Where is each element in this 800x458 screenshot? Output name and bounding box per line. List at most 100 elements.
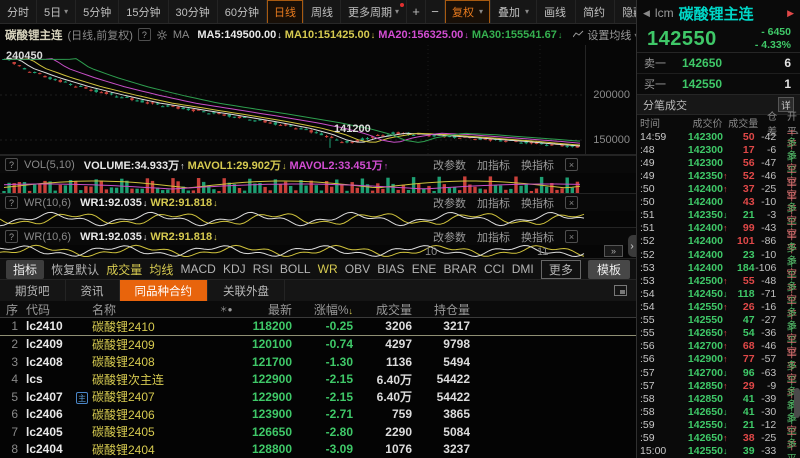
tick-time: :59 [640,419,670,431]
col-last[interactable]: 最新 [236,301,292,318]
contract-row[interactable]: 3 lc2408 碳酸锂2408 121700 -1.30 1136 5494 [0,353,636,371]
tool-button[interactable]: 简约 [576,0,615,24]
bottom-tab[interactable]: 期货吧 [0,280,66,301]
bottom-tab[interactable]: 同品种合约 [120,280,209,301]
indicator-tab[interactable]: MACD [181,262,216,276]
chart-header: 碳酸锂主连 (日线,前复权) ? MA MA5:149500.00↓MA10:1… [0,24,636,45]
help-icon[interactable]: ? [5,158,18,171]
close-icon[interactable]: × [565,196,578,209]
panel-action-link[interactable]: 改参数 [433,157,466,173]
period-button[interactable]: 5分钟 [76,0,119,24]
contract-row[interactable]: 5 lc2407 主 碳酸锂2407 122900 -2.15 6.40万 54… [0,388,636,406]
contract-row[interactable]: 6 lc2406 碳酸锂2406 123900 -2.71 759 3865 [0,406,636,424]
collapse-panel-handle[interactable] [628,235,636,257]
indicator-tab[interactable]: CCI [484,262,505,276]
period-button[interactable]: 60分钟 [218,0,267,24]
indicator-tab[interactable]: WR [318,262,338,276]
open-interest-cell: 9798 [412,337,470,351]
col-change-pct[interactable]: 涨幅%↓ [292,301,353,318]
prev-symbol-icon[interactable] [643,8,650,19]
contract-code: lc2407 [24,390,76,404]
indicator-tab[interactable]: DMI [512,262,534,276]
period-button[interactable]: 5日 [37,0,76,24]
panel-action-link[interactable]: 加指标 [477,157,510,173]
tick-position-change: -57 [755,353,777,365]
panel-action-link[interactable]: 换指标 [521,229,554,245]
indicator-name: VOL(5,10) [24,159,75,171]
period-button[interactable]: 30分钟 [169,0,218,24]
dock-window-icon[interactable] [614,285,627,296]
indicator-tab[interactable]: 成交量 [106,261,142,278]
contract-row[interactable]: 2 lc2409 碳酸锂2409 120100 -0.74 4297 9798 [0,336,636,354]
panel-action-link[interactable]: 加指标 [477,195,510,211]
col-change-label: 涨幅% [314,303,349,317]
col-name[interactable]: 名称 [92,301,216,318]
candlestick-chart-panel[interactable]: 240450 141200 200000 150000 [0,45,636,155]
indicator-tab[interactable]: 恢复默认 [51,261,99,278]
indicator-tab[interactable]: BOLL [280,262,311,276]
tick-scrollbar[interactable] [794,130,800,458]
panel-action-link[interactable]: 改参数 [433,195,466,211]
indicator-tab[interactable]: BRAR [443,262,476,276]
col-index[interactable]: 序 [0,301,24,318]
tick-col-volume: 成交量 [722,115,758,130]
panel-action-link[interactable]: 改参数 [433,229,466,245]
indicator-tab[interactable]: 指标 [6,260,44,279]
period-button[interactable]: 分时 [0,0,37,24]
indicator-tab[interactable]: RSI [253,262,273,276]
bottom-tab[interactable]: 关联外盘 [208,280,285,301]
tick-direction-icon: ↑ [723,276,731,286]
col-open-interest[interactable]: 持仓量 [412,301,470,318]
col-code[interactable]: 代码 [24,301,76,318]
indicator-tab[interactable]: 均线 [149,261,173,278]
contract-row[interactable]: 1 lc2410 碳酸锂2410 118200 -0.25 3206 3217 [0,318,636,336]
volume-cell: 3206 [353,319,412,333]
indicator-readout: MAVOL2:33.451万↑ [289,157,388,173]
tick-volume: 68 [731,340,755,352]
tab-group: 期货吧资讯同品种合约关联外盘 [0,280,285,301]
period-button[interactable]: 更多周期 [341,0,407,24]
tool-button[interactable]: 复权 [445,0,491,24]
period-button[interactable]: 15分钟 [119,0,168,24]
contract-code: lc2408 [24,355,76,369]
indicator-tab[interactable]: 更多 [541,260,581,279]
indicator-tab[interactable]: KDJ [223,262,246,276]
indicator-tab[interactable]: 模板 [588,260,630,279]
contract-row[interactable]: 4 lcs 碳酸锂次主连 122900 -2.15 6.40万 54422 [0,371,636,389]
indicator-tab[interactable]: ENE [412,262,437,276]
next-symbol-icon[interactable] [787,8,794,19]
contract-row[interactable]: 7 lc2405 碳酸锂2405 126650 -2.80 2290 5084 [0,423,636,441]
tool-label: 隐藏 [622,4,636,20]
close-icon[interactable]: × [565,158,578,171]
tool-button[interactable]: 画线 [537,0,576,24]
indicator-tab[interactable]: BIAS [377,262,404,276]
expand-icon[interactable]: » [604,245,623,257]
indicator-tab[interactable]: OBV [345,262,370,276]
panel-action-link[interactable]: 换指标 [521,195,554,211]
help-icon[interactable]: ? [5,230,18,243]
zoom-in-button[interactable]: + [407,0,426,24]
tick-direction-icon: ↑ [723,223,731,233]
bottom-tab[interactable]: 资讯 [66,280,120,301]
panel-action-link[interactable]: 加指标 [477,229,510,245]
help-icon[interactable]: ? [5,196,18,209]
row-index: 6 [0,407,24,421]
tick-price: 142550 [670,419,723,431]
scroll-up-icon[interactable] [794,130,800,137]
contract-row[interactable]: 8 lc2404 碳酸锂2404 128800 -3.09 1076 3237 [0,441,636,458]
help-icon[interactable]: ? [138,28,151,41]
tool-button[interactable]: 叠加 [491,0,537,24]
tool-button[interactable]: 隐藏» [615,0,636,24]
period-button[interactable]: 周线 [304,0,341,24]
volume-cell: 1076 [353,442,412,456]
ma-settings-button[interactable]: 设置均线 [573,27,636,43]
period-button[interactable]: 日线 [267,0,304,24]
col-volume[interactable]: 成交量 [353,301,412,318]
panel-action-link[interactable]: 换指标 [521,157,554,173]
gear-icon[interactable] [156,29,168,41]
scrollbar-thumb[interactable] [794,388,800,418]
close-icon[interactable]: × [565,230,578,243]
readout-label: VOLUME:34.933万 [84,160,179,172]
zoom-out-button[interactable]: − [426,0,445,24]
tick-time: :52 [640,249,670,261]
